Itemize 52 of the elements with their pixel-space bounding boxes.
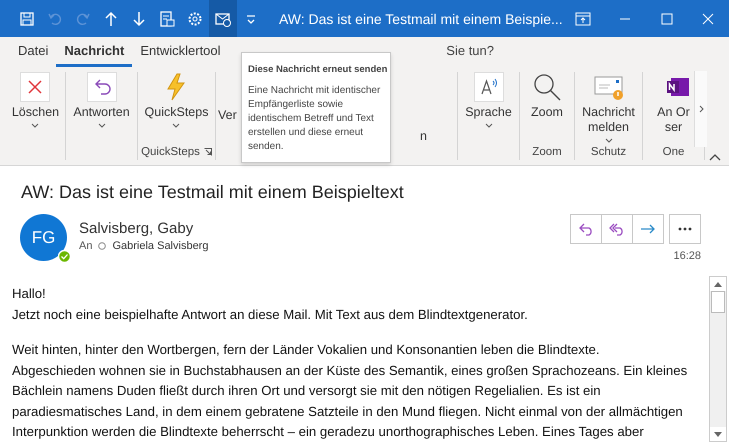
ribbon-tab[interactable]: Datei: [10, 43, 56, 67]
reply-all-button[interactable]: [601, 214, 633, 244]
ribbon-button[interactable]: Löschen: [10, 72, 62, 144]
message-time: 16:28: [673, 250, 701, 262]
caret-icon: [98, 123, 106, 128]
body-text-line: Hallo!: [12, 285, 47, 303]
collapse-icon[interactable]: [709, 153, 721, 161]
recipient-name[interactable]: Gabriela Salvisberg: [112, 240, 208, 252]
launcher-icon[interactable]: [204, 148, 212, 156]
ribbon-button[interactable]: Antworten: [71, 72, 132, 144]
reply-icon: [86, 72, 116, 102]
group-label: Schutz: [590, 146, 626, 158]
group-label: One: [662, 146, 684, 158]
body-text-line: Interpunktion werden die Blindtexte beherrscht – ein geradezu unorthographisches Leben. Eines Tages aber: [12, 423, 645, 441]
ribbon-button[interactable]: Ver: [216, 72, 239, 144]
scroll-up-icon[interactable]: [710, 277, 726, 291]
window-title: AW: Das ist eine Testmail mit einem Beispie...: [278, 10, 563, 26]
group-label: Zoom: [532, 146, 562, 158]
body-text-line: Jetzt noch eine beispielhafte Antwort an diese Mail. Mit Text aus dem Blindtextgenerator.: [12, 306, 529, 324]
sender-name[interactable]: Salvisberg, Gaby: [79, 220, 208, 237]
caret-icon: [604, 138, 612, 143]
scroll-down-icon[interactable]: [710, 427, 726, 441]
message-subject: AW: Das ist eine Testmail mit einem Beispieltext: [20, 181, 405, 204]
group-label: QuickSteps: [141, 146, 200, 158]
tooltip-title: Diese Nachricht erneut senden: [248, 63, 388, 76]
ribbon-button[interactable]: Zoom: [529, 72, 565, 144]
body-text-line: paradiesmatisches Land, in dem einem gebratene Satzteile in den Mund fliegen. Nicht einmal von der allmächtigen: [12, 402, 684, 421]
ribbon-tab[interactable]: Entwicklertool: [132, 43, 229, 67]
forward-icon: [639, 222, 657, 236]
body-text-line: Bächlein namens Duden fließt durch ihren Ort und versorgt sie mit den nötigen Regelialien. Es ist ein: [12, 382, 602, 400]
ribbon-button[interactable]: QuickSteps: [142, 72, 210, 144]
chevron-icon: [698, 105, 704, 113]
presence-icon: [98, 242, 106, 250]
ribbon-button[interactable]: n: [418, 93, 429, 144]
delete-icon: [20, 72, 50, 102]
caret-icon: [172, 123, 180, 128]
reply-button[interactable]: [570, 214, 602, 244]
caret-icon: [31, 123, 40, 128]
scrollbar-thumb[interactable]: [711, 291, 725, 313]
ribbon-button[interactable]: Nachricht melden: [575, 72, 642, 144]
tooltip-text: Eine Nachricht mit identischer Empfängerliste sowie identischem Betreff und Text erstellen und diese erneut senden.: [248, 84, 382, 154]
caret-icon: [484, 123, 492, 128]
to-label: An: [79, 240, 92, 252]
status-icon: [58, 250, 71, 263]
magnifier-icon: [532, 72, 562, 102]
forward-button[interactable]: [632, 214, 664, 244]
ribbon-button[interactable]: Sprache: [463, 72, 514, 144]
resend-icon[interactable]: [208, 0, 237, 37]
body-text-line: Weit hinten, hinter den Wortbergen, fern der Länder Vokalien und Konsonantien leben die Blindtexte.: [12, 341, 600, 359]
search-hint[interactable]: Sie tun?: [446, 43, 494, 67]
body-text-line: Abgeschieden wohnen sie in Buchstabhausen an der Küste des Semantik, eines großen Sprachozeans. Ein kleines: [12, 362, 688, 380]
speech-icon: [474, 72, 504, 102]
